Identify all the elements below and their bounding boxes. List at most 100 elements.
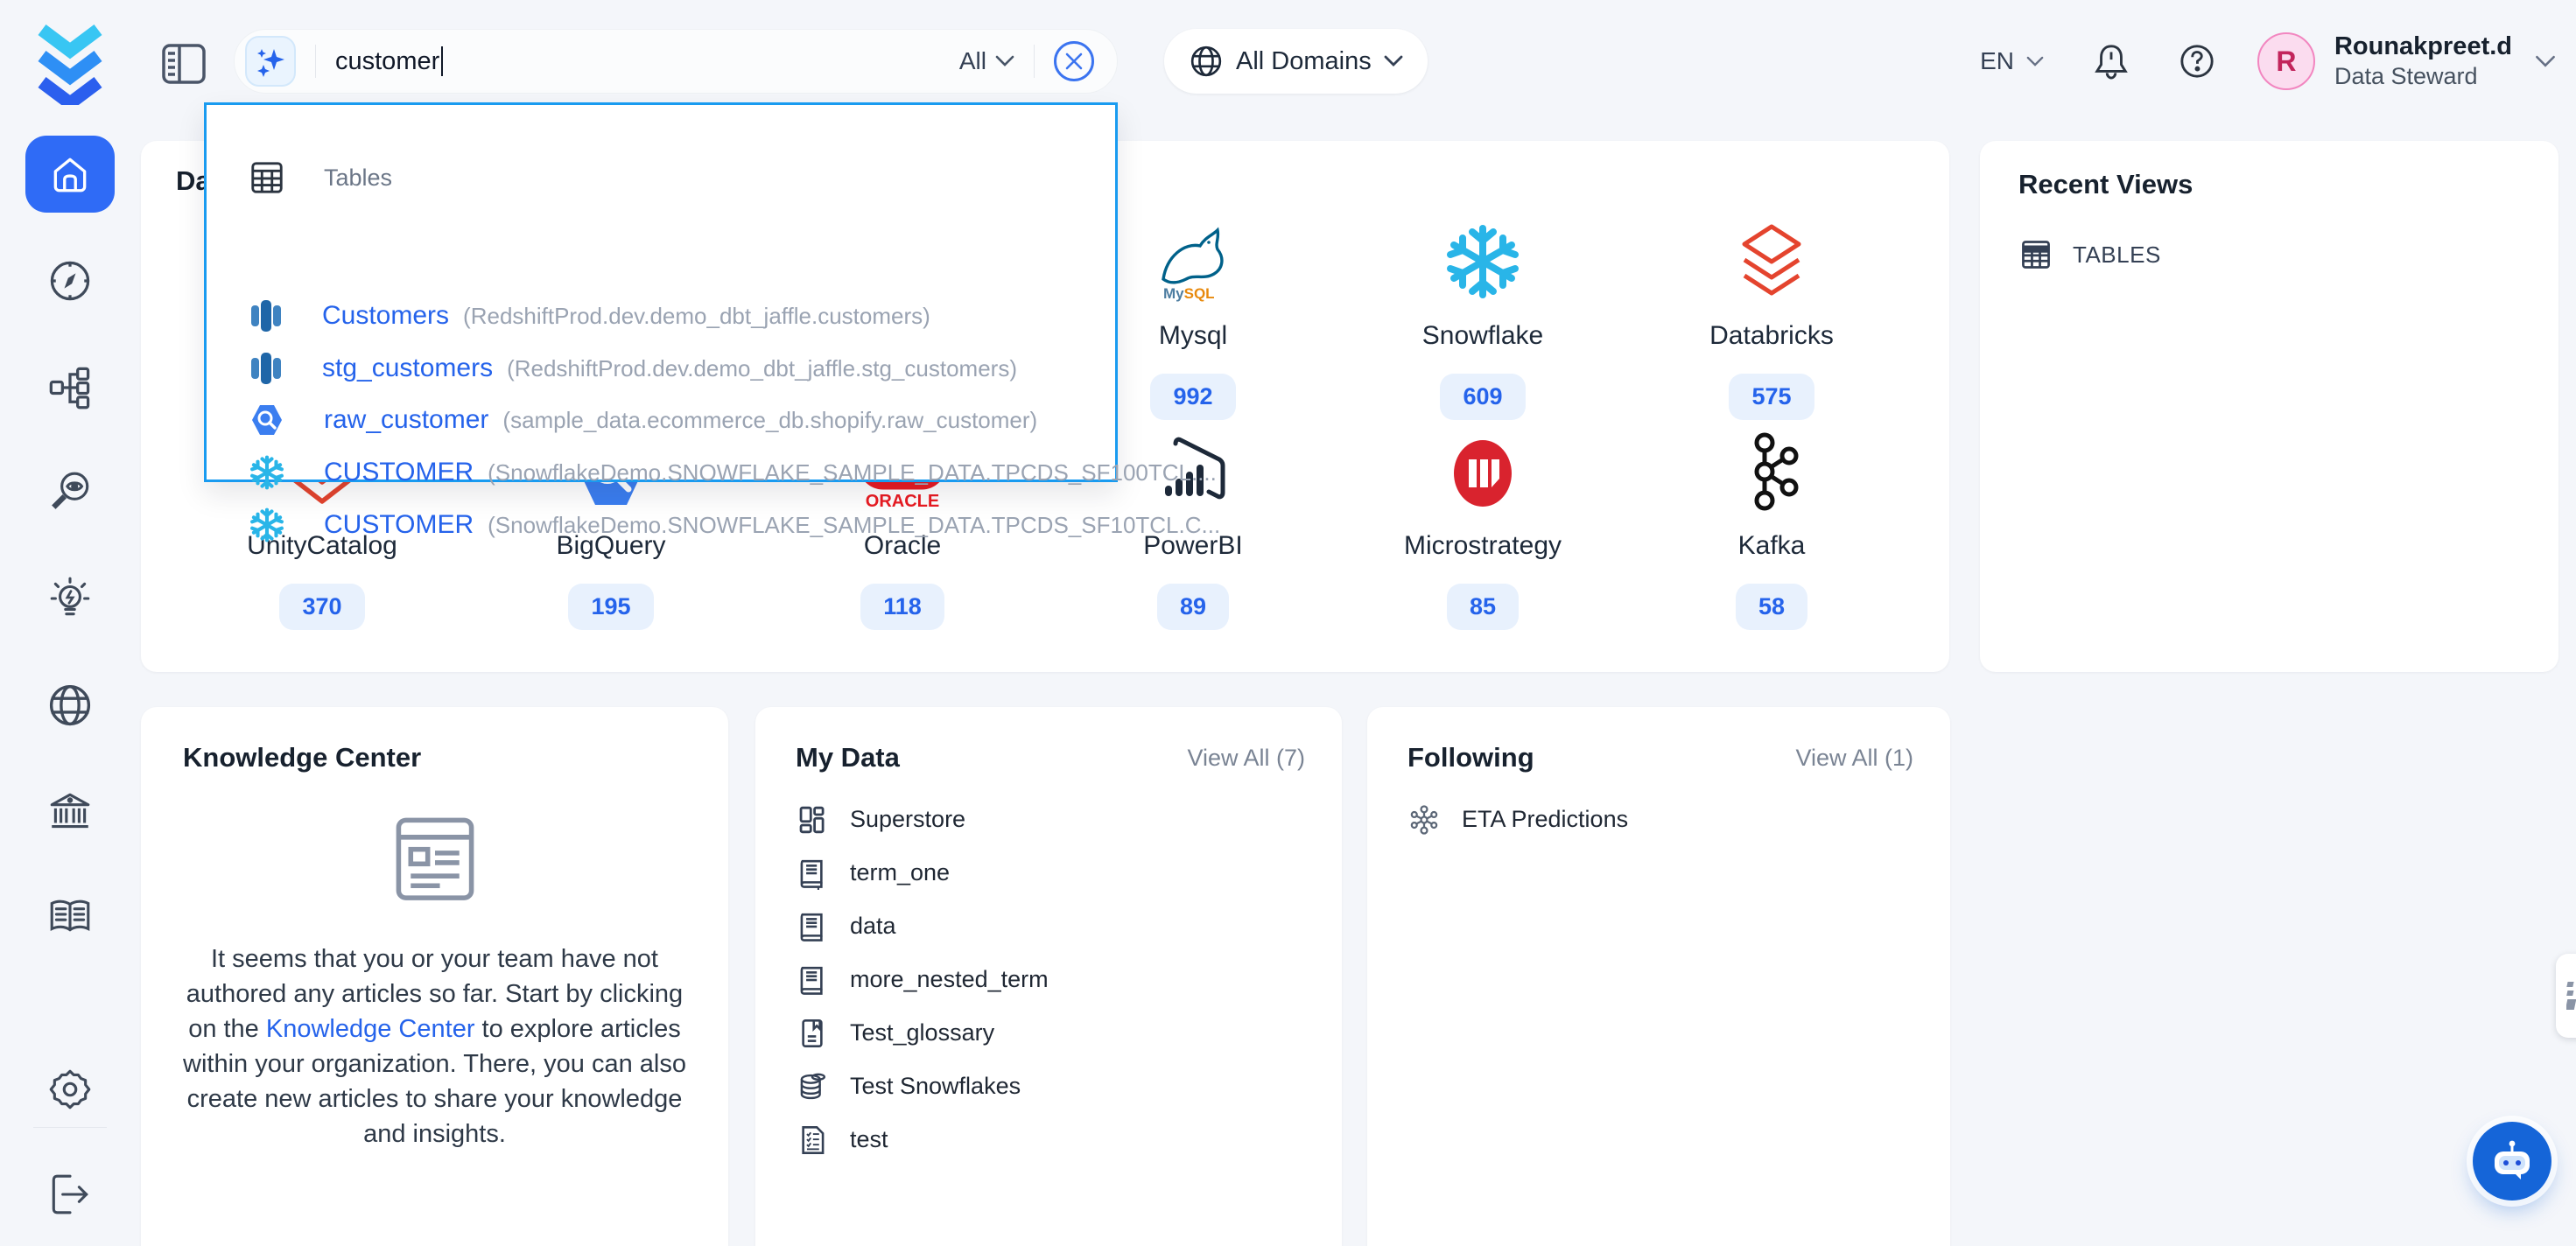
datasource-tile[interactable]: Databricks 575	[1627, 220, 1916, 420]
following-label: ETA Predictions	[1462, 806, 1628, 833]
article-icon	[391, 803, 479, 910]
sidebar-item-logout[interactable]	[0, 1171, 140, 1218]
magnifier-eye-icon	[46, 468, 94, 515]
table-icon	[2018, 237, 2053, 272]
tables-icon	[249, 159, 285, 196]
chevron-down-icon[interactable]	[995, 55, 1014, 67]
divider	[1034, 45, 1035, 78]
globe-icon	[1189, 44, 1224, 79]
user-menu-chevron-icon[interactable]	[2535, 55, 2556, 68]
datasource-tile[interactable]: Snowflake 609	[1338, 220, 1627, 420]
following-item[interactable]: ETA Predictions	[1367, 793, 1950, 846]
sidebar-item-insights[interactable]	[0, 575, 140, 622]
datasource-tile[interactable]: Kafka 58	[1627, 430, 1916, 630]
network-icon	[1407, 803, 1441, 836]
left-sidebar	[0, 122, 140, 1246]
avatar[interactable]: R	[2257, 32, 2315, 90]
user-name: Rounakpreet.d	[2334, 31, 2512, 62]
home-icon[interactable]	[25, 136, 115, 213]
my-data-item[interactable]: Test Snowflakes	[755, 1060, 1342, 1113]
sidebar-item-home[interactable]	[0, 136, 140, 213]
help-icon[interactable]	[2179, 43, 2215, 80]
datasource-name: Snowflake	[1422, 321, 1543, 351]
domain-filter-dropdown[interactable]: All Domains	[1164, 29, 1428, 94]
recent-view-item[interactable]: TABLES	[2018, 237, 2558, 272]
search-result-item[interactable]: CUSTOMER (SnowflakeDemo.SNOWFLAKE_SAMPLE…	[249, 454, 1217, 491]
document-icon	[796, 1124, 829, 1157]
result-name: CUSTOMER	[324, 458, 474, 487]
recent-view-label: TABLES	[2073, 242, 2161, 269]
chatbot-button[interactable]	[2473, 1122, 2551, 1200]
my-data-view-all-link[interactable]: View All (7)	[1187, 745, 1305, 772]
search-result-item[interactable]: stg_customers (RedshiftProd.dev.demo_dbt…	[249, 349, 1017, 388]
datasource-count[interactable]: 609	[1440, 374, 1525, 420]
text-caret	[441, 46, 443, 76]
clear-search-icon[interactable]	[1054, 41, 1094, 81]
result-name: raw_customer	[324, 405, 488, 435]
sidebar-item-governance[interactable]	[0, 788, 140, 836]
ai-sparkle-icon[interactable]	[245, 36, 296, 87]
result-path: (RedshiftProd.dev.demo_dbt_jaffle.custom…	[463, 303, 930, 330]
datasource-name: Kafka	[1738, 531, 1806, 561]
knowledge-center-text: It seems that you or your team have not …	[172, 942, 698, 1152]
datasource-tile[interactable]: Microstrategy 85	[1338, 430, 1627, 630]
datasource-count[interactable]: 89	[1157, 584, 1229, 630]
knowledge-center-card: Knowledge Center It seems that you or yo…	[141, 707, 728, 1246]
search-result-item[interactable]: CUSTOMER (SnowflakeDemo.SNOWFLAKE_SAMPLE…	[249, 507, 1220, 543]
datasource-count[interactable]: 370	[279, 584, 364, 630]
following-title: Following	[1407, 742, 1534, 774]
glossary-icon	[796, 1017, 829, 1050]
sidebar-toggle-icon[interactable]	[160, 40, 207, 88]
app-logo-icon[interactable]	[32, 18, 109, 105]
my-data-label: more_nested_term	[850, 966, 1049, 993]
my-data-item[interactable]: test	[755, 1113, 1342, 1166]
datasource-count[interactable]: 118	[860, 584, 944, 630]
datasource-name: Microstrategy	[1404, 531, 1562, 561]
term-book-icon	[796, 910, 829, 943]
datasource-count[interactable]: 58	[1736, 584, 1807, 630]
datasource-count[interactable]: 992	[1150, 374, 1235, 420]
bank-icon	[46, 788, 94, 836]
my-data-label: Test_glossary	[850, 1019, 994, 1046]
global-search-bar[interactable]: customer All	[234, 29, 1118, 94]
sidebar-divider	[33, 1127, 107, 1128]
dashboard-icon	[796, 803, 829, 836]
gear-icon	[46, 1066, 94, 1113]
datasource-count[interactable]: 85	[1447, 584, 1519, 630]
my-data-item[interactable]: more_nested_term	[755, 953, 1342, 1006]
language-selector[interactable]: EN	[1980, 47, 2044, 75]
sidebar-item-lineage[interactable]	[0, 365, 140, 410]
result-path: (SnowflakeDemo.SNOWFLAKE_SAMPLE_DATA.TPC…	[488, 512, 1220, 539]
feedback-edge-tab[interactable]	[2556, 954, 2576, 1038]
search-result-item[interactable]: Customers (RedshiftProd.dev.demo_dbt_jaf…	[249, 297, 930, 335]
datasource-count[interactable]: 575	[1729, 374, 1814, 420]
search-scope-select[interactable]: All	[959, 47, 986, 75]
mysql-logo-icon: MySQL	[1151, 220, 1235, 302]
databricks-logo-icon	[1732, 220, 1811, 302]
my-data-item[interactable]: Superstore	[755, 793, 1342, 846]
compass-icon	[47, 258, 93, 304]
snowflake-logo-icon	[1442, 220, 1523, 302]
result-name: Customers	[322, 301, 449, 331]
search-results-dropdown: Tables Customers (RedshiftProd.dev.demo_…	[204, 102, 1118, 482]
sidebar-item-glossary[interactable]	[0, 892, 140, 940]
knowledge-center-link[interactable]: Knowledge Center	[266, 1015, 475, 1043]
sidebar-item-explore[interactable]	[0, 258, 140, 304]
following-view-all-link[interactable]: View All (1)	[1795, 745, 1913, 772]
my-data-item[interactable]: data	[755, 900, 1342, 953]
my-data-item[interactable]: term_one	[755, 846, 1342, 900]
datasource-count[interactable]: 195	[568, 584, 653, 630]
my-data-item[interactable]: Test_glossary	[755, 1006, 1342, 1060]
result-path: (sample_data.ecommerce_db.shopify.raw_cu…	[502, 407, 1037, 434]
sidebar-item-domains[interactable]	[0, 682, 140, 729]
robot-icon	[2488, 1137, 2537, 1186]
domain-filter-label: All Domains	[1236, 47, 1372, 76]
kafka-logo-icon	[1738, 430, 1805, 512]
sidebar-item-settings[interactable]	[0, 1066, 140, 1113]
snowflake-icon	[249, 507, 285, 543]
search-result-item[interactable]: raw_customer (sample_data.ecommerce_db.s…	[249, 402, 1037, 438]
my-data-label: Test Snowflakes	[850, 1073, 1021, 1100]
notifications-bell-icon[interactable]	[2093, 42, 2130, 80]
search-input[interactable]: customer	[335, 46, 443, 76]
sidebar-item-data-discovery[interactable]	[0, 468, 140, 515]
